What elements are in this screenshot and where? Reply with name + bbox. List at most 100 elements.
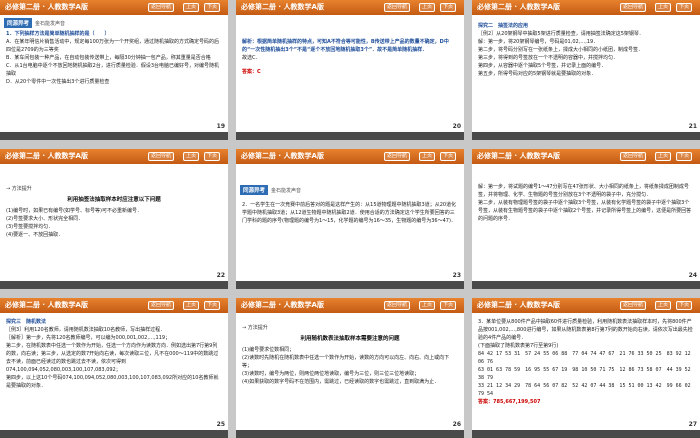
slide-footer	[0, 430, 228, 438]
nav-button[interactable]: 返回导航	[148, 3, 175, 12]
next-button[interactable]: 下页	[440, 3, 457, 12]
slide-22[interactable]: 必修第二册 · 人教数学A版 返回导航 上页 下页 → 方法提升 利用抽签法抽取…	[0, 149, 228, 289]
next-button[interactable]: 下页	[204, 301, 221, 310]
prev-button[interactable]: 上页	[419, 3, 436, 12]
prev-button[interactable]: 上页	[419, 152, 436, 161]
text-line: (1)编号时，如果已有编号(如学号、标号等)可不必重新编号．	[6, 208, 142, 214]
tag-sub: 金石能发声音	[271, 187, 302, 194]
slide-header: 必修第二册 · 人教数学A版 返回导航 上页 下页	[472, 298, 700, 313]
slide-header: 必修第二册 · 人教数学A版 返回导航 上页 下页	[472, 149, 700, 164]
text-line: (3)号签要搅拌均匀．	[6, 224, 54, 230]
answer-text: 答案：C	[242, 69, 261, 75]
page-number: 19	[216, 123, 225, 130]
page-number: 20	[452, 123, 461, 130]
slide-body: 探究二 抽签法的应用 ［例2］从20架钢琴中抽取5架进行质量检查，请用抽签法确定…	[478, 22, 694, 78]
slide-footer	[236, 281, 464, 289]
slide-body: (1)编号要求位数相同； (2)读数时先随机在随机数表中任选一个数作为开始，读数…	[242, 346, 458, 386]
slide-25[interactable]: 必修第二册 · 人教数学A版 返回导航 上页 下页 探究三 随机数法 ［例3］利…	[0, 298, 228, 438]
page-number: 24	[688, 272, 697, 279]
slide-20[interactable]: 必修第二册 · 人教数学A版 返回导航 上页 下页 解析：根据简单随机抽样的特点…	[236, 0, 464, 140]
text-line: 84 42 17 53 31 57 24 55 06 88 77 04 74 4…	[478, 351, 691, 365]
tag-sub: 金石能发声音	[35, 20, 66, 27]
prev-button[interactable]: 上页	[419, 301, 436, 310]
text-line: 3．某单位要从800件产品中抽取60件进行质量检验，利用随机数表法抽取样本时，先…	[478, 319, 693, 341]
text-line: 第三步，将得到的号签放在一个不透明的容器中，并搅拌均匀．	[478, 55, 619, 61]
text-line: (4)如果获取的数字号码不在范围内，需跳过，已经读取的数字也需跳过，直到取满为止…	[242, 379, 440, 385]
method-tag: → 方法提升	[242, 324, 268, 331]
text-line: B．某车间包装一种产品，在自动包装传送带上，每隔30分钟抽一包产品，称其重量是否…	[6, 55, 211, 61]
nav-button[interactable]: 返回导航	[384, 301, 411, 310]
nav-button[interactable]: 返回导航	[384, 152, 411, 161]
slide-body: 探究三 随机数法 ［例3］利用120名教师，请用随机数法抽取10名教师，写出抽样…	[6, 318, 222, 390]
page-number: 21	[688, 123, 697, 130]
slide-19[interactable]: 必修第二册 · 人教数学A版 返回导航 上页 下页 同源异考 金石能发声音 1．…	[0, 0, 228, 140]
nav-button[interactable]: 返回导航	[384, 3, 411, 12]
book-title: 必修第二册 · 人教数学A版	[477, 3, 560, 11]
next-button[interactable]: 下页	[440, 301, 457, 310]
slide-header: 必修第二册 · 人教数学A版 返回导航 上页 下页	[0, 0, 228, 15]
method-label: 方法提升	[247, 325, 268, 331]
slide-footer	[0, 132, 228, 140]
prev-button[interactable]: 上页	[183, 3, 200, 12]
text-line: (1)编号要求位数相同；	[242, 347, 295, 353]
prev-button[interactable]: 上页	[655, 3, 672, 12]
nav-button[interactable]: 返回导航	[148, 152, 175, 161]
book-title: 必修第二册 · 人教数学A版	[241, 301, 324, 309]
text-line: D．从20个零件中一次性抽出3个进行质量检查	[6, 79, 110, 85]
next-button[interactable]: 下页	[204, 3, 221, 12]
book-title: 必修第二册 · 人教数学A版	[241, 3, 324, 11]
slide-footer	[236, 132, 464, 140]
book-title: 必修第二册 · 人教数学A版	[5, 301, 88, 309]
prev-button[interactable]: 上页	[655, 152, 672, 161]
slide-header: 必修第二册 · 人教数学A版 返回导航 上页 下页	[236, 0, 464, 15]
method-title: 利用随机数表法抽取样本需要注意的问题	[300, 336, 400, 342]
slide-body: 解：第一步，将试题的编号1～47分别写在47张形状、大小相同的纸条上，将纸条揉成…	[478, 183, 694, 223]
section-heading: 探究三 随机数法	[6, 319, 47, 325]
text-line: ［解析］第一步，先将120名教师编号，可以编为000,001,002,…,119…	[6, 335, 171, 341]
page-number: 26	[452, 421, 461, 428]
text-line: 1．下列抽样方法是简单随机抽样的是（ ）	[6, 31, 110, 37]
next-button[interactable]: 下页	[676, 152, 693, 161]
slide-header: 必修第二册 · 人教数学A版 返回导航 上页 下页	[472, 0, 700, 15]
text-line: (2)读数时先随机在随机数表中任选一个数作为开始，读数的方向可以向左、向右、向上…	[242, 355, 450, 369]
text-line: (2)号签要求大小、形状完全相同．	[6, 216, 84, 222]
text-line: 解：第一步，将20架钢琴编号，号码是01,02,…,19．	[478, 39, 599, 45]
book-title: 必修第二册 · 人教数学A版	[477, 152, 560, 160]
next-button[interactable]: 下页	[676, 3, 693, 12]
text-line: 33 21 12 34 29 78 64 56 07 82 52 42 07 4…	[478, 383, 691, 397]
slide-footer	[472, 281, 700, 289]
slide-26[interactable]: 必修第二册 · 人教数学A版 返回导航 上页 下页 → 方法提升 利用随机数表法…	[236, 298, 464, 438]
nav-button[interactable]: 返回导航	[620, 301, 647, 310]
text-line: ［例2］从20架钢琴中抽取5架进行质量检查，请用抽签法确定这5架钢琴．	[478, 31, 644, 37]
text-line: 第二步，从装有物理题号签的袋子中逐个抽取3个号签，从装有化学题号签的袋子中逐个抽…	[478, 200, 692, 222]
slide-body: (1)编号时，如果已有编号(如学号、标号等)可不必重新编号． (2)号签要求大小…	[6, 207, 222, 239]
text-line: (下面抽取了随机数表第7行至第9行)	[478, 343, 559, 349]
next-button[interactable]: 下页	[440, 152, 457, 161]
slide-24[interactable]: 必修第二册 · 人教数学A版 返回导航 上页 下页 解：第一步，将试题的编号1～…	[472, 149, 700, 289]
text-line: (3)读数时，编号为两位，则两位两位地读取，编号为三位，则三位三位地读取；	[242, 371, 420, 377]
slide-body: 1．下列抽样方法是简单随机抽样的是（ ） A．在某年明信片销售活动中，规定每10…	[6, 30, 222, 86]
slide-header: 必修第二册 · 人教数学A版 返回导航 上页 下页	[0, 149, 228, 164]
prev-button[interactable]: 上页	[183, 301, 200, 310]
section-tag: 同源异考 金石能发声音	[4, 18, 65, 28]
nav-button[interactable]: 返回导航	[620, 152, 647, 161]
text-line: 第二步，在随机数表中任选一个数作为开始，任选一个方向作为读数方向．例如选出第7行…	[6, 343, 219, 373]
prev-button[interactable]: 上页	[655, 301, 672, 310]
slide-header: 必修第二册 · 人教数学A版 返回导航 上页 下页	[0, 298, 228, 313]
slide-header: 必修第二册 · 人教数学A版 返回导航 上页 下页	[236, 298, 464, 313]
page-number: 27	[688, 421, 697, 428]
next-button[interactable]: 下页	[204, 152, 221, 161]
text-line: 63 01 63 78 59 16 95 55 67 19 98 10 50 7…	[478, 367, 691, 381]
nav-button[interactable]: 返回导航	[148, 301, 175, 310]
slide-21[interactable]: 必修第二册 · 人教数学A版 返回导航 上页 下页 探究二 抽签法的应用 ［例2…	[472, 0, 700, 140]
text-line: 解：第一步，将试题的编号1～47分别写在47张形状、大小相同的纸条上，将纸条揉成…	[478, 184, 689, 198]
nav-button[interactable]: 返回导航	[620, 3, 647, 12]
text-line: 第四步，从容器中逐个抽取5个号签，并记录上面的编号．	[478, 63, 607, 69]
next-button[interactable]: 下页	[676, 301, 693, 310]
slide-header: 必修第二册 · 人教数学A版 返回导航 上页 下页	[236, 149, 464, 164]
text-line: 第二步，将号码分别写在一张纸条上，揉成大小相同的小纸团，制成号签．	[478, 47, 644, 53]
slide-27[interactable]: 必修第二册 · 人教数学A版 返回导航 上页 下页 3．某单位要从800件产品中…	[472, 298, 700, 438]
slide-23[interactable]: 必修第二册 · 人教数学A版 返回导航 上页 下页 同源异考 金石能发声音 2．…	[236, 149, 464, 289]
prev-button[interactable]: 上页	[183, 152, 200, 161]
section-tag: 同源异考 金石能发声音	[240, 185, 301, 195]
